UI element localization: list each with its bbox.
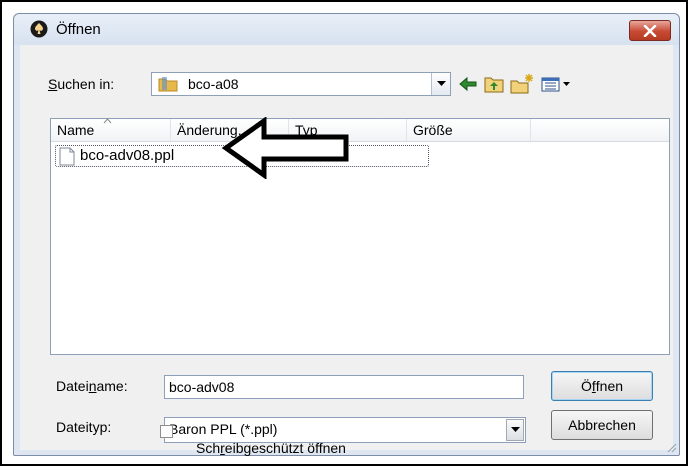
filename-input[interactable]: bco-adv08 bbox=[164, 375, 524, 399]
cancel-button[interactable]: Abbrechen bbox=[551, 410, 653, 440]
back-button[interactable] bbox=[456, 73, 480, 95]
readonly-label: Schreibgeschützt öffnen bbox=[196, 440, 346, 456]
readonly-checkbox[interactable] bbox=[160, 425, 173, 438]
chevron-down-icon bbox=[436, 81, 446, 86]
folder-icon bbox=[158, 77, 178, 92]
column-header-name[interactable]: Name bbox=[51, 118, 171, 141]
filename-label: Dateiname: bbox=[56, 378, 128, 394]
look-in-label: Suchen in: bbox=[48, 76, 115, 92]
window-title: Öffnen bbox=[56, 21, 101, 38]
look-in-combobox[interactable]: bco-a08 bbox=[151, 72, 451, 96]
new-folder-icon bbox=[510, 74, 533, 94]
screenshot-frame: Öffnen Suchen in: bco-a08 Name Änderung.… bbox=[0, 0, 688, 466]
list-header: Name Änderung... Typ Größe bbox=[51, 118, 669, 142]
open-button[interactable]: Öf fnen bbox=[551, 371, 653, 401]
close-button[interactable] bbox=[629, 20, 671, 41]
look-in-value: bco-a08 bbox=[188, 76, 239, 92]
view-menu-button[interactable] bbox=[539, 73, 575, 95]
view-menu-icon bbox=[541, 77, 570, 92]
close-icon bbox=[643, 24, 657, 37]
dialog-client-area: Suchen in: bco-a08 Name Änderung... Typ … bbox=[20, 45, 673, 456]
new-folder-button[interactable] bbox=[509, 73, 533, 95]
title-bar[interactable]: Öffnen bbox=[14, 14, 679, 45]
up-folder-button[interactable] bbox=[482, 73, 506, 95]
filetype-label: Dateityp: bbox=[56, 419, 112, 435]
up-folder-icon bbox=[484, 77, 504, 93]
filetype-dropdown-button[interactable] bbox=[506, 419, 524, 441]
filetype-value: Baron PPL (*.ppl) bbox=[169, 421, 278, 437]
chevron-down-icon bbox=[510, 427, 520, 432]
back-arrow-icon bbox=[459, 76, 477, 92]
file-list-view[interactable]: Name Änderung... Typ Größe bco-adv08.ppl bbox=[50, 118, 670, 355]
spade-app-icon bbox=[30, 20, 48, 38]
file-name: bco-adv08.ppl bbox=[80, 147, 175, 164]
open-dialog: Öffnen Suchen in: bco-a08 Name Änderung.… bbox=[13, 13, 680, 456]
sort-ascending-icon bbox=[103, 118, 112, 124]
file-icon bbox=[59, 147, 75, 166]
pointer-arrow-icon bbox=[221, 117, 349, 179]
column-header-size[interactable]: Größe bbox=[407, 119, 531, 141]
look-in-dropdown-button[interactable] bbox=[431, 73, 450, 95]
resize-grip-icon[interactable] bbox=[665, 441, 677, 453]
